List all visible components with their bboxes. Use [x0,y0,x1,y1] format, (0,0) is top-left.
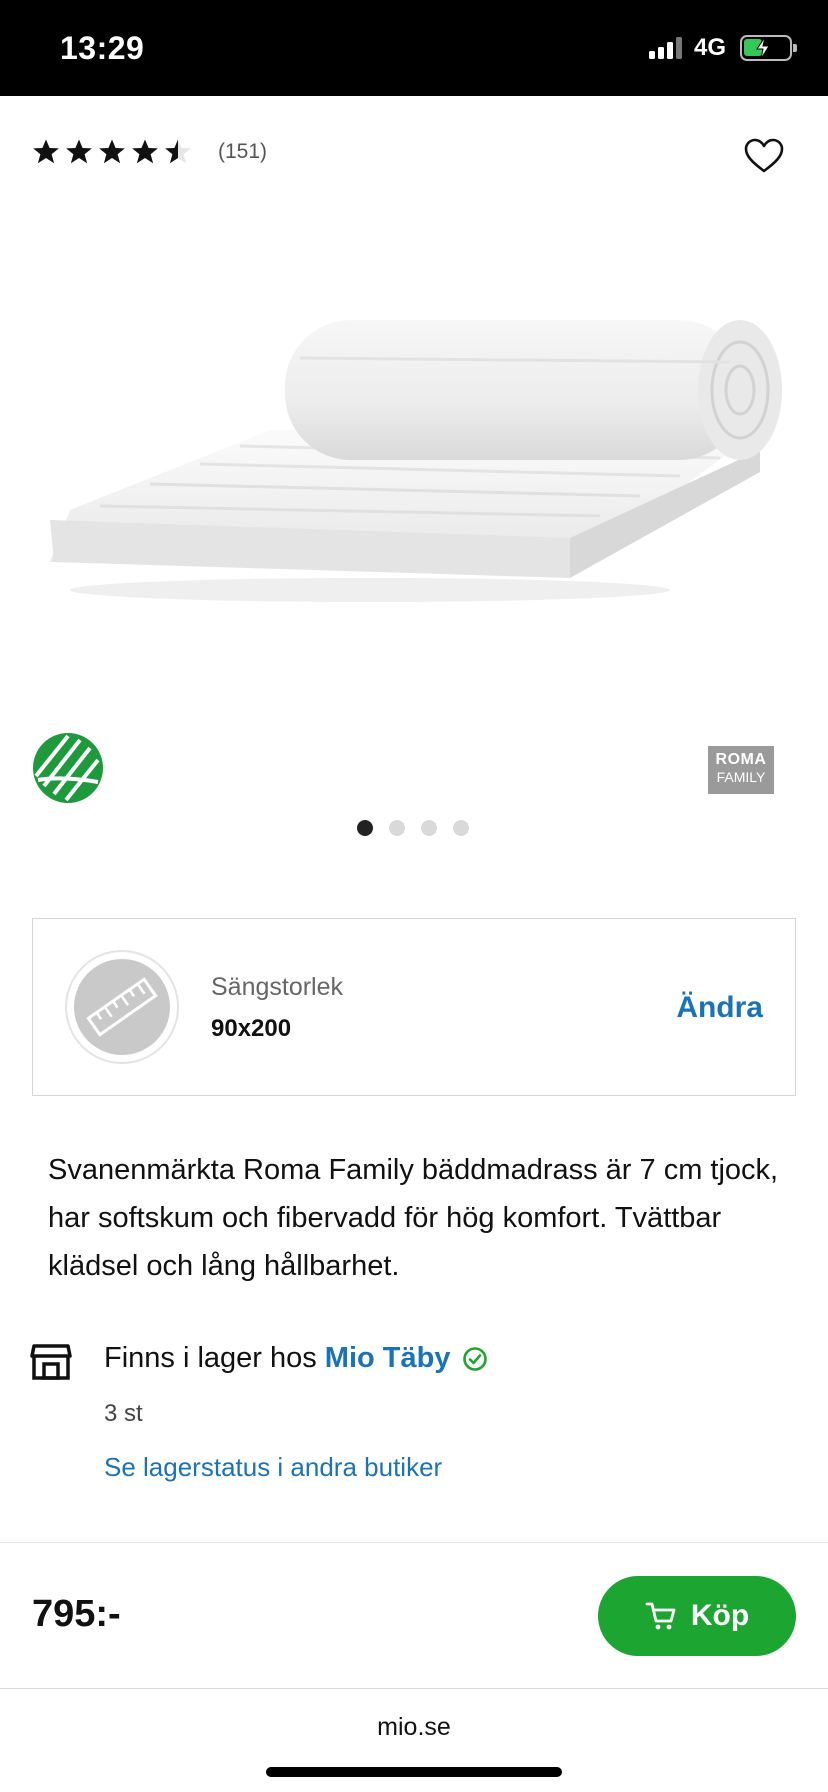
store-name[interactable]: Mio Täby [325,1342,451,1375]
star-icon [33,139,59,164]
size-label: Sängstorlek [211,973,344,1001]
brand-logo-line1: ROMA [715,751,767,768]
buy-button[interactable]: Köp [598,1576,796,1656]
stock-quantity: 3 st [104,1400,143,1427]
url-display[interactable]: mio.se [0,1713,828,1742]
network-type: 4G [693,34,726,61]
store-icon [30,1344,72,1380]
browser-bar: mio.se [0,1688,828,1792]
home-indicator[interactable] [266,1767,562,1777]
signal-icon [648,37,682,59]
purchase-bar: 795:- Köp [0,1542,828,1688]
battery-icon [740,35,797,61]
ruler-icon [65,950,179,1064]
heart-icon[interactable] [744,138,784,174]
status-time: 13:29 [60,30,145,66]
size-value: 90x200 [211,1015,292,1042]
product-description: Svanenmärkta Roma Family bäddmadrass är … [48,1154,779,1282]
product-image[interactable] [40,300,790,620]
brand-logo: ROMA FAMILY [708,746,774,794]
star-icon [132,139,158,164]
carousel-dot[interactable] [389,820,405,836]
review-count: (151) [218,140,268,163]
star-icon [99,139,125,164]
carousel-dot[interactable] [421,820,437,836]
stock-status: Finns i lager hos Mio Täby [104,1342,488,1375]
stock-prefix: Finns i lager hos [104,1342,317,1374]
other-stores-link[interactable]: Se lagerstatus i andra butiker [104,1452,442,1483]
buy-button-label: Köp [690,1599,750,1632]
price: 795:- [32,1593,121,1635]
cart-icon [645,1602,676,1630]
rating-stars [32,138,192,166]
check-circle-icon [463,1346,488,1371]
change-size-button[interactable]: Ändra [676,991,763,1025]
size-selector-card[interactable]: Sängstorlek 90x200 Ändra [32,918,796,1096]
carousel-dots[interactable] [357,820,469,836]
brand-logo-line2: FAMILY [716,769,766,785]
swan-ecolabel-icon [33,733,103,803]
status-bar: 13:29 4G [0,0,828,96]
product-rating[interactable]: (151) [32,138,267,166]
star-icon [165,139,191,164]
carousel-dot[interactable] [357,820,373,836]
status-indicators: 4G [648,34,797,62]
carousel-dot[interactable] [453,820,469,836]
star-icon [66,139,92,164]
